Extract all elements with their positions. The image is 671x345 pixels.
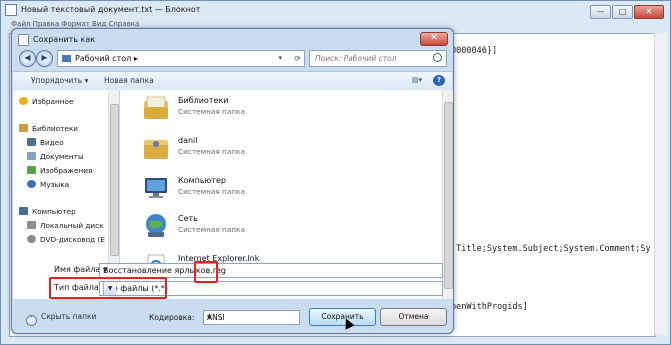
chevron-down-icon[interactable]: ▼ (103, 264, 440, 277)
chevron-down-icon[interactable]: ▼ (207, 311, 297, 324)
search-icon (433, 53, 442, 62)
list-item[interactable]: Компьютер Системная папка (130, 172, 410, 206)
scrollbar-thumb[interactable] (110, 104, 119, 256)
computer-icon (145, 178, 167, 198)
help-icon[interactable]: ? (433, 75, 445, 86)
search-input[interactable]: Поиск: Рабочий стол (309, 50, 447, 67)
nav-item-computer[interactable]: Компьютер (19, 206, 76, 218)
list-item[interactable]: danil Системная папка (130, 132, 410, 166)
dialog-toolbar: Упорядочить ▾ Новая папка ▤▾ ? (13, 71, 452, 91)
filename-label: Имя файла: (54, 265, 104, 274)
notepad-icon (18, 33, 29, 46)
list-item[interactable]: Сеть Системная папка (130, 210, 410, 244)
cancel-button[interactable]: Отмена (380, 308, 447, 326)
encoding-select[interactable]: ANSI ▼ (203, 310, 300, 325)
user-folder-icon (144, 140, 168, 159)
filename-field[interactable]: Восстановление ярлыков.reg ▼ (99, 263, 443, 278)
libraries-icon (19, 124, 28, 132)
dvd-icon (27, 235, 36, 243)
highlight-filetype-box (49, 277, 167, 299)
disk-icon (27, 221, 36, 229)
dialog-title: Сохранить как (33, 35, 96, 44)
nav-item-dvd[interactable]: DVD-дисковод (E (27, 234, 105, 246)
encoding-label: Кодировка: (149, 313, 195, 322)
video-icon (27, 138, 36, 146)
close-button[interactable]: ✕ (634, 5, 664, 19)
save-as-dialog: Сохранить как ✕ ◀ ▶ Рабочий стол ▸ ▾ ⟳ П… (11, 28, 454, 334)
minimize-button[interactable]: — (590, 5, 611, 19)
file-list-scrollbar[interactable] (442, 90, 453, 299)
breadcrumb[interactable]: Рабочий стол ▸ (62, 51, 138, 66)
search-placeholder: Поиск: Рабочий стол (315, 54, 397, 63)
forward-arrow-icon[interactable]: ▶ (36, 50, 53, 67)
scrollbar-thumb[interactable] (444, 102, 453, 289)
refresh-icon[interactable]: ⟳ (294, 51, 301, 66)
notepad-titlebar: Новый текстовый документ.txt — Блокнот (5, 1, 665, 19)
notepad-title: Новый текстовый документ.txt — Блокнот (21, 5, 201, 14)
back-arrow-icon[interactable]: ◀ (19, 50, 36, 67)
documents-icon (27, 152, 36, 160)
folder-icon (62, 55, 71, 62)
nav-item-libraries[interactable]: Библиотеки (19, 123, 78, 135)
notepad-icon (5, 3, 17, 16)
navigation-bar: ◀ ▶ Рабочий стол ▸ ▾ ⟳ Поиск: Рабочий ст… (17, 49, 447, 69)
computer-icon (19, 207, 28, 215)
notepad-text-line: 0000046}] (451, 46, 498, 56)
chevron-up-icon: ˄ (26, 315, 37, 326)
nav-item-documents[interactable]: Документы (27, 151, 84, 163)
nav-item-pictures[interactable]: Изображения (27, 165, 92, 177)
list-item[interactable]: Библиотеки Системная папка (130, 92, 410, 126)
address-bar[interactable]: Рабочий стол ▸ ▾ ⟳ (57, 50, 305, 67)
notepad-text-line: .Title;System.Subject;System.Comment;Sy (451, 244, 651, 254)
view-options-icon[interactable]: ▤▾ (407, 75, 427, 86)
chevron-down-icon[interactable]: ▾ (278, 51, 282, 66)
dialog-titlebar: Сохранить как (16, 32, 448, 47)
notepad-text-line: penWithProgids] (451, 302, 528, 312)
notepad-window-controls: — □ ✕ (589, 5, 664, 19)
nav-item-favorites[interactable]: Избранное (19, 96, 73, 108)
notepad-scrollbar[interactable] (654, 33, 667, 335)
new-folder-button[interactable]: Новая папка (104, 72, 154, 90)
maximize-button[interactable]: □ (612, 5, 633, 19)
notepad-menu-bar[interactable]: Файл Правка Формат Вид Справка (11, 20, 139, 28)
organize-button[interactable]: Упорядочить ▾ (31, 72, 88, 90)
pictures-icon (27, 166, 36, 174)
dialog-close-button[interactable]: ✕ (420, 32, 448, 46)
highlight-extension-box (194, 261, 218, 283)
nav-item-video[interactable]: Видео (27, 137, 64, 149)
network-icon (146, 214, 166, 237)
star-icon (19, 97, 28, 105)
music-icon (27, 180, 36, 188)
hide-folders-toggle[interactable]: ˄ Скрыть папки (26, 312, 96, 326)
libraries-folder-icon (144, 96, 168, 119)
nav-item-music[interactable]: Музыка (27, 179, 69, 191)
nav-item-local-disk[interactable]: Локальный диск (27, 220, 104, 232)
